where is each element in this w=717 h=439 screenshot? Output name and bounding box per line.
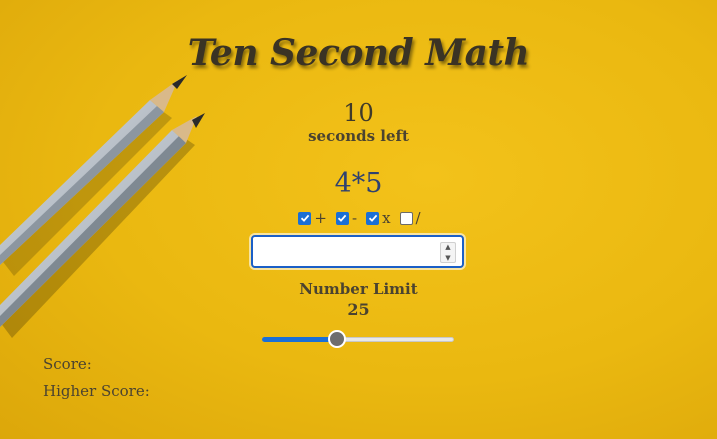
high-score-label: Higher Score:	[43, 382, 150, 400]
multiply-label: x	[382, 209, 391, 227]
number-limit-slider[interactable]	[262, 330, 454, 348]
slider-thumb[interactable]	[328, 330, 346, 348]
plus-checkbox[interactable]	[298, 211, 312, 225]
minus-checkbox[interactable]	[335, 211, 349, 225]
plus-label: +	[314, 209, 327, 227]
multiply-checkbox[interactable]	[366, 211, 380, 225]
checkmark-icon	[368, 214, 377, 222]
checkmark-icon	[300, 214, 310, 222]
math-problem: 4*5	[334, 168, 383, 199]
divide-label: /	[415, 209, 421, 227]
number-limit-value: 25	[347, 300, 370, 319]
spin-up-icon[interactable]: ▲	[445, 243, 450, 251]
slider-fill	[262, 337, 337, 342]
score-label: Score:	[43, 355, 92, 373]
app-title: Ten Second Math	[187, 32, 530, 74]
timer-value: 10	[343, 99, 374, 127]
spin-down-icon[interactable]: ▼	[445, 254, 450, 262]
timer-label: seconds left	[308, 127, 409, 145]
answer-input[interactable]	[257, 238, 441, 267]
number-spinner[interactable]: ▲ ▼	[440, 242, 456, 263]
answer-field[interactable]: ▲ ▼	[251, 235, 464, 268]
checkmark-icon	[338, 214, 347, 222]
number-limit-label: Number Limit	[299, 280, 418, 298]
minus-label: -	[351, 209, 358, 227]
divide-checkbox[interactable]	[399, 211, 413, 225]
operator-options: + - x /	[0, 209, 717, 227]
